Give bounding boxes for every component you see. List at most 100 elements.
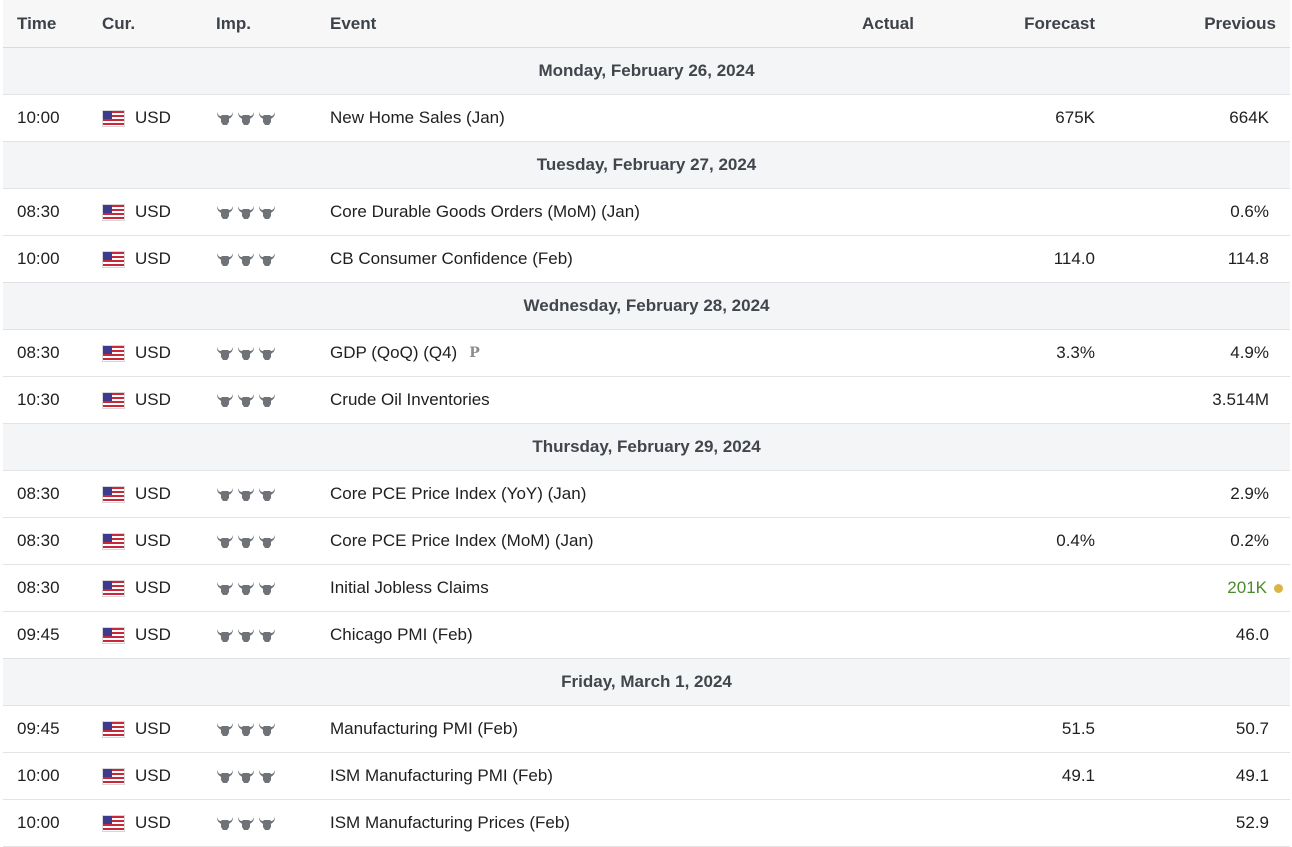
table-row[interactable]: 10:00 USD ISM Manufacturing Prices (Feb) 52…: [3, 800, 1290, 847]
bull-icon: [258, 345, 276, 361]
us-flag-icon: [102, 814, 125, 832]
col-header-time[interactable]: Time: [17, 0, 56, 47]
event-name-label[interactable]: Chicago PMI (Feb): [330, 625, 473, 645]
bull-icon: [216, 580, 234, 596]
bull-icon: [258, 486, 276, 502]
event-time: 10:00: [17, 249, 60, 268]
preliminary-icon: P: [469, 345, 480, 361]
bull-icon: [237, 815, 255, 831]
previous-value: 49.1: [1235, 766, 1269, 785]
event-name[interactable]: ISM Manufacturing Prices (Feb): [330, 800, 570, 846]
col-header-importance[interactable]: Imp.: [216, 0, 251, 47]
bull-icon: [216, 486, 234, 502]
bull-icon: [258, 768, 276, 784]
currency-code: USD: [135, 390, 171, 409]
col-header-currency[interactable]: Cur.: [102, 0, 135, 47]
event-currency: USD: [102, 95, 171, 141]
col-header-forecast[interactable]: Forecast: [1024, 0, 1095, 47]
event-name-label[interactable]: ISM Manufacturing Prices (Feb): [330, 813, 570, 833]
table-row[interactable]: 10:00 USD New Home Sales (Jan) 675K 664K: [3, 95, 1290, 142]
table-row[interactable]: 08:30 USD Initial Jobless Claims 201K: [3, 565, 1290, 612]
bull-icon: [237, 486, 255, 502]
event-name[interactable]: Crude Oil Inventories: [330, 377, 490, 423]
event-name-label[interactable]: CB Consumer Confidence (Feb): [330, 249, 573, 269]
event-name-label[interactable]: Crude Oil Inventories: [330, 390, 490, 410]
event-name-label[interactable]: Manufacturing PMI (Feb): [330, 719, 518, 739]
event-time: 09:45: [17, 719, 60, 738]
table-row[interactable]: 09:45 USD Chicago PMI (Feb) 46.0: [3, 612, 1290, 659]
col-header-previous[interactable]: Previous: [1204, 0, 1276, 47]
day-header-row: Wednesday, February 28, 2024: [3, 283, 1290, 330]
event-time: 08:30: [17, 578, 60, 597]
table-row[interactable]: 10:00 USD ISM Manufacturing PMI (Feb) 49.1 4…: [3, 753, 1290, 800]
event-time: 08:30: [17, 531, 60, 550]
currency-code: USD: [135, 343, 171, 362]
event-name-label[interactable]: ISM Manufacturing PMI (Feb): [330, 766, 553, 786]
event-previous: 49.1: [1236, 753, 1269, 799]
bull-icon: [258, 251, 276, 267]
event-name[interactable]: Core PCE Price Index (MoM) (Jan): [330, 518, 594, 564]
table-row[interactable]: 08:30 USD Core PCE Price Index (MoM) (Jan)…: [3, 518, 1290, 565]
event-name-label[interactable]: New Home Sales (Jan): [330, 108, 505, 128]
event-name-label[interactable]: Initial Jobless Claims: [330, 578, 489, 598]
bull-icon: [258, 721, 276, 737]
revised-dot-icon[interactable]: [1274, 583, 1283, 593]
currency-code: USD: [135, 813, 171, 832]
importance-rating: [216, 518, 279, 564]
table-row[interactable]: 08:30 USD Core PCE Price Index (YoY) (Jan)…: [3, 471, 1290, 518]
event-name[interactable]: ISM Manufacturing PMI (Feb): [330, 753, 553, 799]
event-previous: 0.2%: [1230, 518, 1269, 564]
event-name[interactable]: Chicago PMI (Feb): [330, 612, 473, 658]
event-name-label[interactable]: GDP (QoQ) (Q4): [330, 343, 457, 363]
previous-value: 4.9%: [1230, 343, 1269, 362]
bull-icon: [258, 533, 276, 549]
currency-code: USD: [135, 578, 171, 597]
day-header-row: Monday, February 26, 2024: [3, 48, 1290, 95]
event-previous: 114.8: [1228, 236, 1269, 282]
event-name-label[interactable]: Core PCE Price Index (MoM) (Jan): [330, 531, 594, 551]
event-name[interactable]: GDP (QoQ) (Q4) P: [330, 330, 480, 376]
event-name[interactable]: CB Consumer Confidence (Feb): [330, 236, 573, 282]
event-forecast: 3.3%: [1056, 343, 1095, 362]
event-time: 08:30: [17, 202, 60, 221]
importance-rating: [216, 706, 279, 752]
previous-value: 664K: [1229, 108, 1269, 127]
table-row[interactable]: 10:00 USD CB Consumer Confidence (Feb) 114.…: [3, 236, 1290, 283]
event-time: 08:30: [17, 343, 60, 362]
day-header-date: Monday, February 26, 2024: [538, 61, 755, 80]
currency-code: USD: [135, 766, 171, 785]
table-header: Time Cur. Imp. Event Actual Forecast Pre…: [3, 0, 1290, 48]
table-row[interactable]: 09:45 USD Manufacturing PMI (Feb) 51.5 50.7: [3, 706, 1290, 753]
us-flag-icon: [102, 626, 125, 644]
currency-code: USD: [135, 531, 171, 550]
table-row[interactable]: 08:30 USD Core Durable Goods Orders (MoM) …: [3, 189, 1290, 236]
event-name[interactable]: Core PCE Price Index (YoY) (Jan): [330, 471, 586, 517]
importance-rating: [216, 236, 279, 282]
bull-icon: [258, 110, 276, 126]
event-name[interactable]: Manufacturing PMI (Feb): [330, 706, 518, 752]
event-name[interactable]: Initial Jobless Claims: [330, 565, 489, 611]
event-name-label[interactable]: Core PCE Price Index (YoY) (Jan): [330, 484, 586, 504]
bull-icon: [216, 627, 234, 643]
event-name[interactable]: Core Durable Goods Orders (MoM) (Jan): [330, 189, 640, 235]
table-row[interactable]: 10:30 USD Crude Oil Inventories 3.514M: [3, 377, 1290, 424]
us-flag-icon: [102, 767, 125, 785]
event-name[interactable]: New Home Sales (Jan): [330, 95, 505, 141]
bull-icon: [237, 768, 255, 784]
us-flag-icon: [102, 579, 125, 597]
col-header-actual[interactable]: Actual: [862, 0, 914, 47]
event-forecast: 675K: [1055, 108, 1095, 127]
previous-value: 2.9%: [1230, 484, 1269, 503]
event-previous: 3.514M: [1212, 377, 1269, 423]
bull-icon: [216, 110, 234, 126]
event-time: 10:30: [17, 390, 60, 409]
col-header-event[interactable]: Event: [330, 0, 376, 47]
event-name-label[interactable]: Core Durable Goods Orders (MoM) (Jan): [330, 202, 640, 222]
importance-rating: [216, 471, 279, 517]
importance-rating: [216, 753, 279, 799]
table-row[interactable]: 08:30 USD GDP (QoQ) (Q4) P 3.3% 4.9%: [3, 330, 1290, 377]
event-currency: USD: [102, 471, 171, 517]
event-currency: USD: [102, 706, 171, 752]
event-currency: USD: [102, 518, 171, 564]
event-previous: 664K: [1229, 95, 1269, 141]
